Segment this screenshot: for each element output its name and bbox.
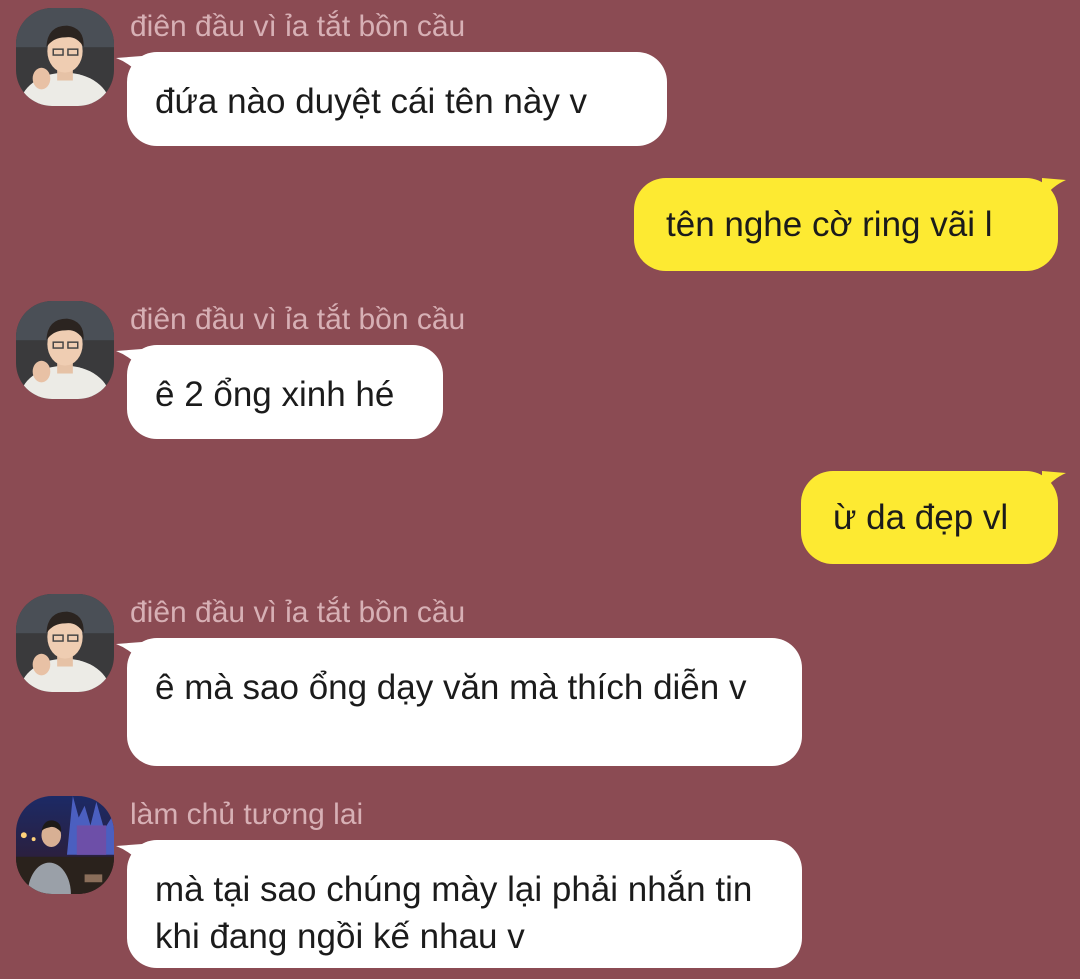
sender-name: điên đầu vì ỉa tắt bồn cầu [130, 10, 466, 43]
sender-name: làm chủ tương lai [130, 798, 364, 831]
bubble-tail [1042, 178, 1066, 200]
avatar-image [16, 301, 114, 399]
message-text: ê 2 ổng xinh hé [155, 375, 395, 414]
message-text: tên nghe cờ ring vãi l [666, 205, 993, 244]
avatar-image [16, 594, 114, 692]
message-text: ê mà sao ổng dạy văn mà thích diễn v [155, 668, 747, 707]
message-bubble-incoming[interactable]: đứa nào duyệt cái tên này v [127, 52, 667, 146]
message-text: ừ da đẹp vl [833, 498, 1009, 537]
sender-name: điên đầu vì ỉa tắt bồn cầu [130, 303, 466, 336]
message-bubble-outgoing[interactable]: ừ da đẹp vl [801, 471, 1058, 564]
message-bubble-outgoing[interactable]: tên nghe cờ ring vãi l [634, 178, 1058, 271]
avatar-image [16, 8, 114, 106]
user-avatar[interactable] [16, 301, 114, 399]
message-bubble-incoming[interactable]: ê 2 ổng xinh hé [127, 345, 443, 439]
message-bubble-incoming[interactable]: ê mà sao ổng dạy văn mà thích diễn v [127, 638, 802, 766]
bubble-tail [1042, 471, 1066, 493]
message-text: đứa nào duyệt cái tên này v [155, 82, 588, 121]
user-avatar[interactable] [16, 8, 114, 106]
message-bubble-incoming[interactable]: mà tại sao chúng mày lại phải nhắn tin k… [127, 840, 802, 968]
user-avatar[interactable] [16, 594, 114, 692]
user-avatar[interactable] [16, 796, 114, 894]
message-text: mà tại sao chúng mày lại phải nhắn tin k… [155, 870, 753, 956]
avatar-image [16, 796, 114, 894]
chat-thread: điên đầu vì ỉa tắt bồn cầu đứa nào duyệt… [0, 0, 1080, 979]
sender-name: điên đầu vì ỉa tắt bồn cầu [130, 596, 466, 629]
